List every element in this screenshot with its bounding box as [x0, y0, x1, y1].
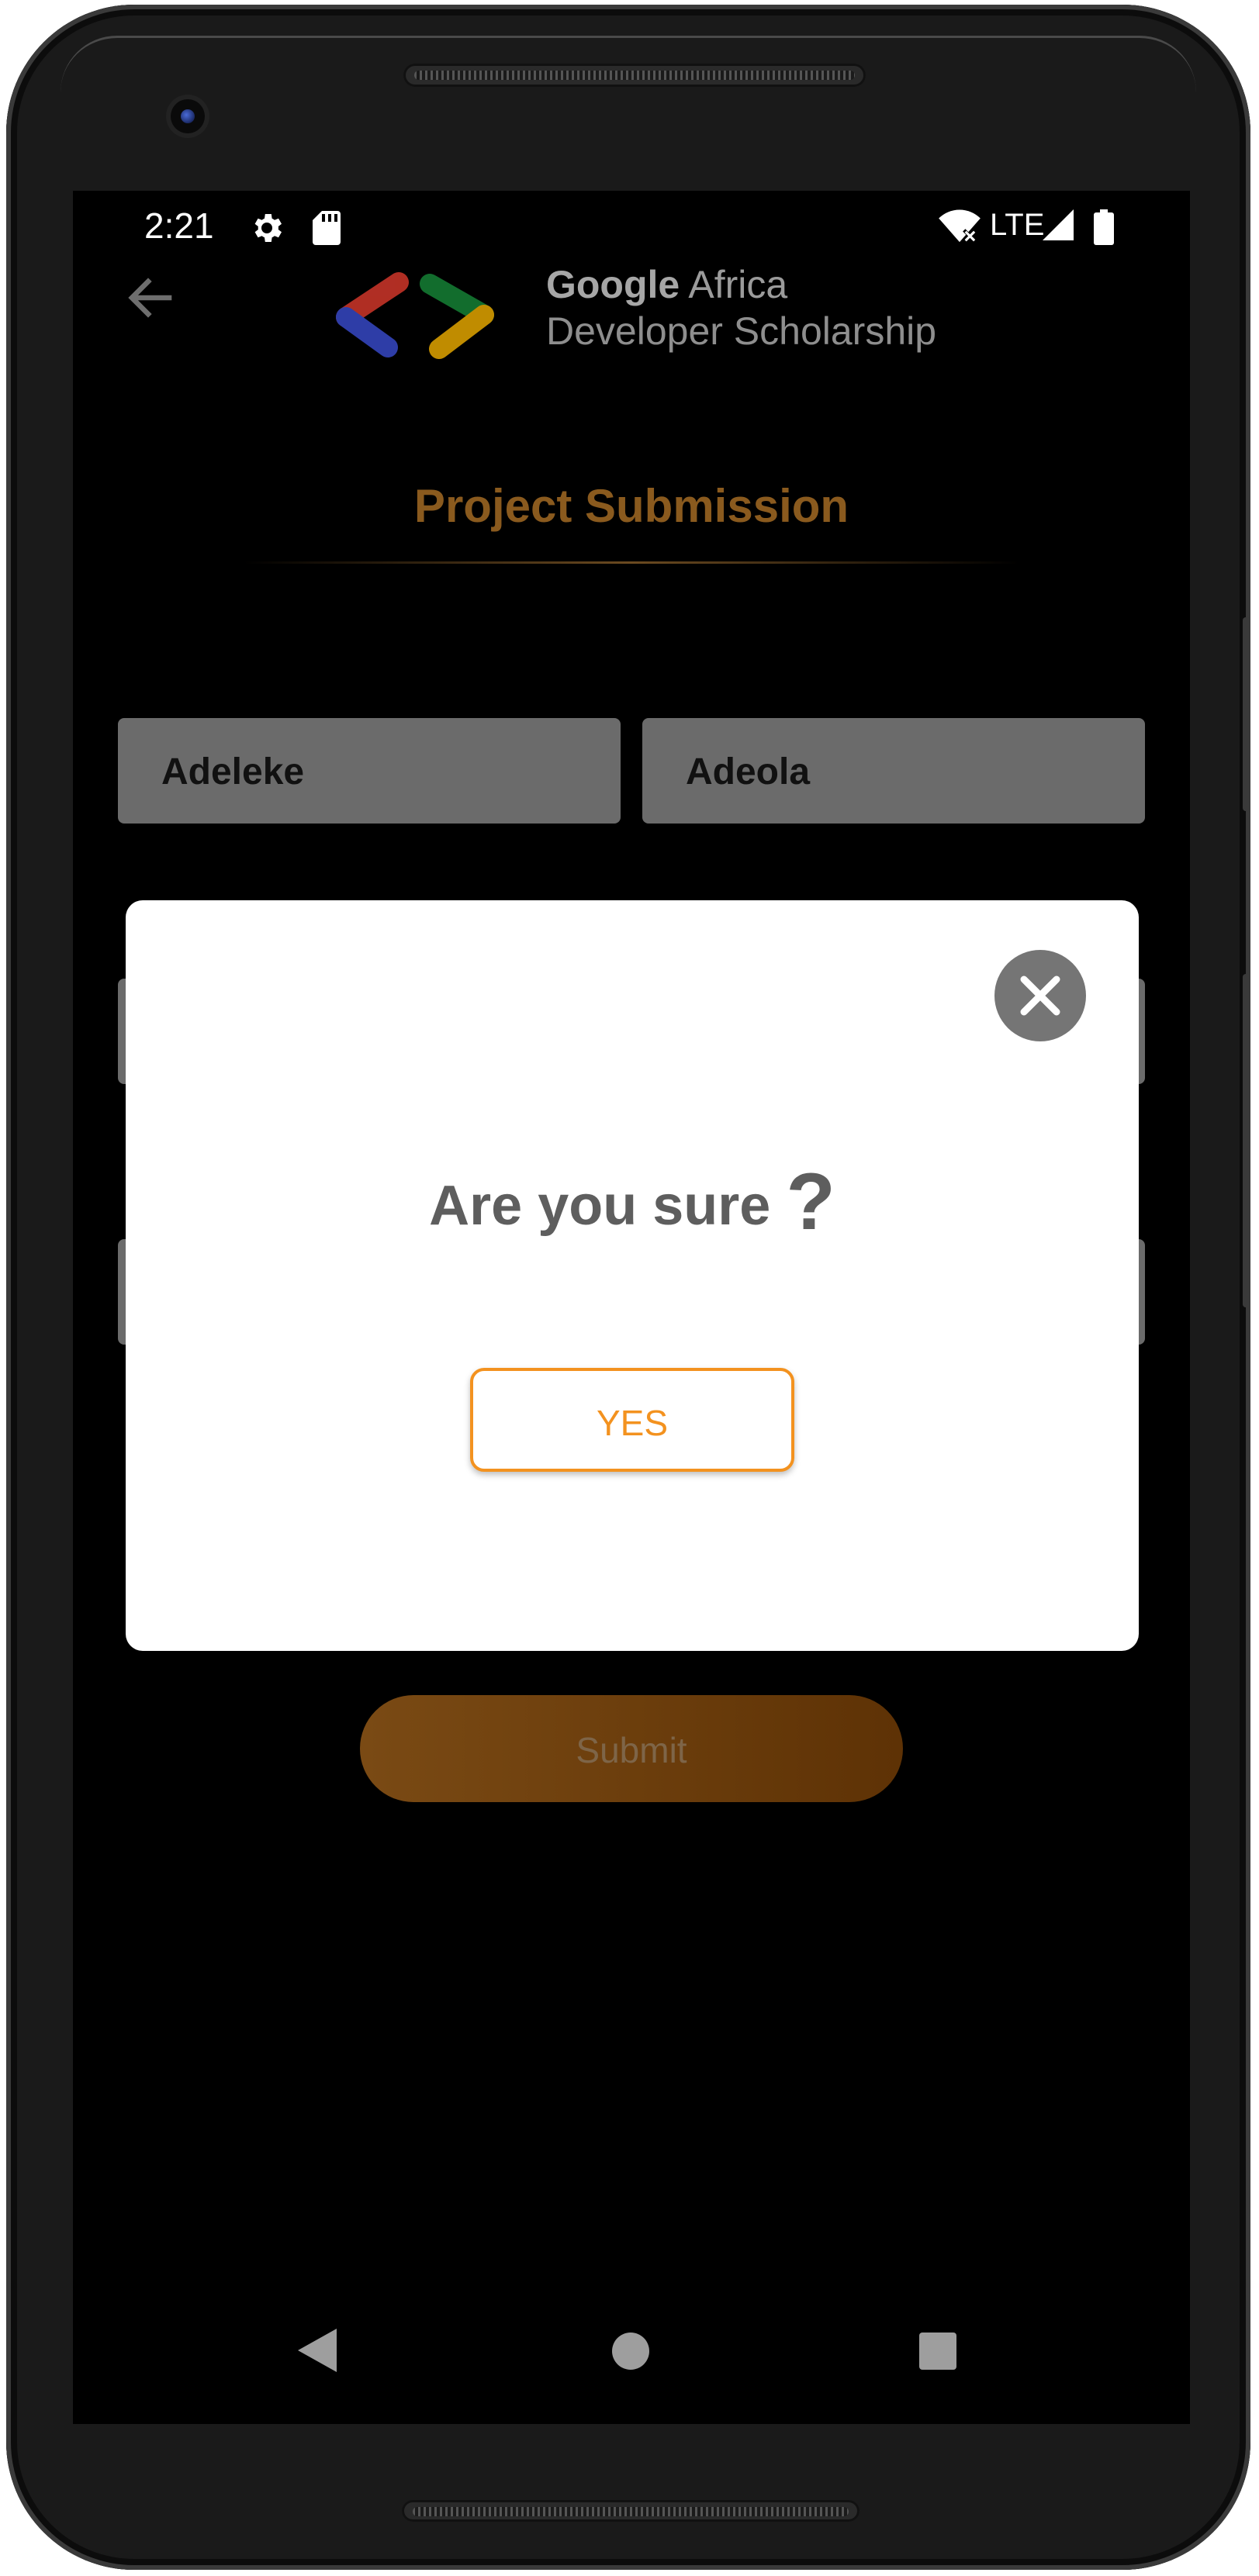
first-name-value: Adeleke — [161, 751, 305, 792]
yes-label: YES — [596, 1403, 669, 1443]
volume-button — [1243, 974, 1250, 1307]
wifi-icon — [939, 209, 981, 243]
phone-frame: 2:21 LTE Google Africa Developer Scholar… — [6, 5, 1250, 2570]
confirm-message: Are you sure ? — [429, 1157, 835, 1247]
brand-line-1: Google Africa — [546, 263, 788, 306]
submit-button[interactable]: Submit — [360, 1695, 903, 1802]
status-bar: 2:21 LTE — [73, 191, 1190, 261]
bottom-speaker — [402, 2500, 860, 2522]
signal-icon — [1043, 209, 1074, 240]
nav-back-icon[interactable] — [298, 2329, 337, 2372]
nav-recents-icon[interactable] — [918, 2332, 957, 2371]
status-time: 2:21 — [144, 205, 214, 246]
brand-line-2: Developer Scholarship — [546, 309, 937, 353]
confirm-dialog: Are you sure ? YES — [126, 900, 1139, 1651]
question-mark: ? — [786, 1157, 835, 1247]
network-type-label: LTE — [990, 208, 1045, 242]
battery-icon — [1094, 209, 1114, 245]
first-name-field[interactable]: Adeleke — [118, 718, 621, 824]
nav-home-icon[interactable] — [611, 2332, 650, 2371]
system-nav-bar — [73, 2308, 1190, 2424]
screen: 2:21 LTE Google Africa Developer Scholar… — [73, 191, 1190, 2424]
page-title: Project Submission — [413, 480, 849, 532]
back-arrow-icon[interactable] — [123, 270, 178, 326]
front-camera — [171, 99, 205, 133]
close-button[interactable] — [994, 950, 1086, 1041]
last-name-value: Adeola — [686, 751, 811, 792]
earpiece-speaker — [403, 64, 866, 87]
last-name-field[interactable]: Adeola — [642, 718, 1145, 824]
submit-label: Submit — [576, 1730, 687, 1770]
gads-logo — [336, 272, 494, 359]
close-icon — [1020, 975, 1060, 1016]
title-divider — [244, 561, 1019, 564]
power-button — [1243, 617, 1250, 811]
sd-card-icon — [313, 211, 341, 245]
settings-icon — [254, 214, 282, 242]
yes-button[interactable]: YES — [470, 1368, 794, 1472]
